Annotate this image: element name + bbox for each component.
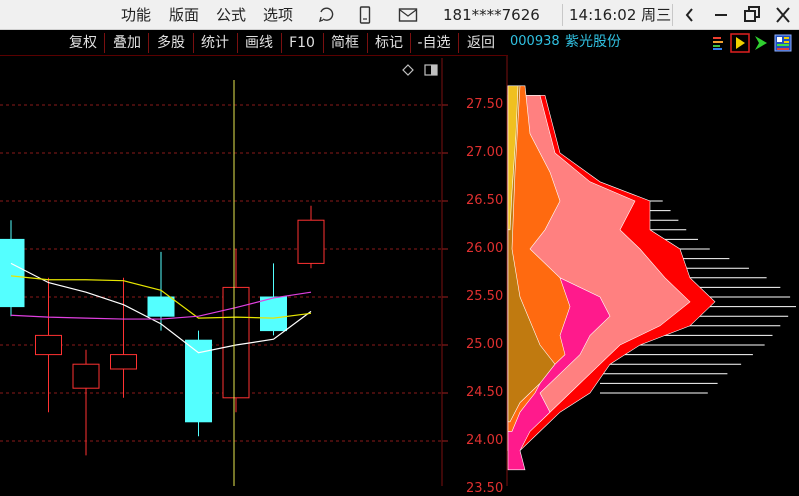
divider [562,4,563,26]
chip-layer [507,95,691,423]
clock-label: 14:16:02 周三 [569,6,672,24]
play-icon[interactable] [730,33,750,57]
divider [672,4,673,26]
divider [104,33,105,53]
chip-layer [507,258,611,471]
price-tick: 26.00 [466,241,504,256]
price-grid [0,104,448,442]
back-icon[interactable] [683,0,697,30]
price-tick: 25.00 [466,337,504,352]
chip-layer [507,85,571,432]
restore-icon[interactable] [743,0,761,30]
candle-body [72,363,100,389]
price-tick: 24.00 [466,433,504,448]
chip-layer [507,95,716,451]
draw-line-button[interactable]: 画线 [239,30,279,56]
candle-body [222,286,250,399]
mark-button[interactable]: 标记 [369,30,409,56]
grid-icon[interactable] [774,34,792,56]
price-tick: 26.50 [466,193,504,208]
return-button[interactable]: 返回 [460,30,502,56]
title-bar: 功能 版面 公式 选项 181****7626 14:16:02 周三 [0,0,799,30]
price-tick: 27.50 [466,97,504,112]
moving-average-lines [10,262,312,354]
price-tick: 23.50 [466,481,504,496]
candle-body [0,238,25,308]
candle-body [297,219,325,264]
chip-layer [507,85,519,231]
stock-header: 000938 紫光股份 [508,30,799,56]
menu-layout[interactable]: 版面 [169,0,199,30]
panel-toggle-icon[interactable] [424,61,438,80]
chip-layer [507,85,556,423]
adjust-button[interactable]: 复权 [64,30,102,56]
ma-line [10,275,312,319]
f10-button[interactable]: F10 [283,30,321,56]
chip-distribution [507,85,796,471]
stock-code[interactable]: 000938 [510,30,560,54]
price-tick: 25.50 [466,289,504,304]
statistics-button[interactable]: 统计 [195,30,235,56]
candlestick-chart [0,56,796,486]
simple-frame-button[interactable]: 简框 [325,30,365,56]
diamond-icon[interactable] [402,61,414,80]
chart-toolbar: 复权 叠加 多股 统计 画线 F10 简框 标记 -自选 返回 [0,30,508,56]
ma-line [10,291,312,320]
price-tick: 27.00 [466,145,504,160]
bar-chart-icon[interactable] [710,35,726,55]
multi-stock-button[interactable]: 多股 [150,30,192,56]
divider [458,33,459,53]
ma-line [10,262,312,354]
candle-body [110,354,137,370]
account-label[interactable]: 181****7626 [443,0,540,30]
remove-watchlist-button[interactable]: -自选 [412,30,456,56]
candle-body [147,296,175,317]
menu-formula[interactable]: 公式 [216,0,246,30]
divider [193,33,194,53]
overlay-button[interactable]: 叠加 [106,30,148,56]
forward-icon[interactable] [753,35,769,55]
divider [237,33,238,53]
stock-name[interactable]: 紫光股份 [565,30,621,54]
candle-body [35,334,62,356]
divider [281,33,282,53]
refresh-icon[interactable] [316,0,338,30]
menu-function[interactable]: 功能 [121,0,151,30]
candle-body [260,296,287,332]
price-tick: 24.50 [466,385,504,400]
candle-series [0,205,325,456]
close-icon[interactable] [775,0,791,30]
minimize-icon[interactable] [713,0,729,30]
divider [323,33,324,53]
divider [367,33,368,53]
menu-options[interactable]: 选项 [263,0,293,30]
divider [410,33,411,53]
divider [148,33,149,53]
mail-icon[interactable] [397,0,419,30]
phone-icon[interactable] [357,0,373,30]
candle-body [185,339,212,423]
